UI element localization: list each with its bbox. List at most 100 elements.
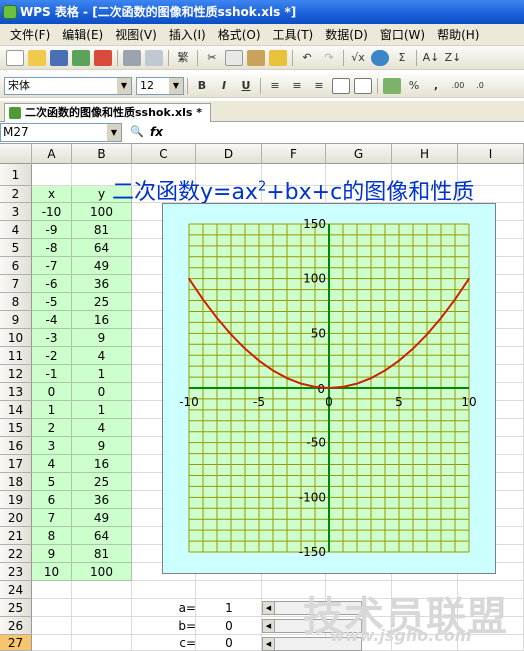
quadratic-chart[interactable]: -10 -5 0 5 10 150 100 50 -50 -100 -150 0 [162, 203, 496, 574]
row-header-26[interactable]: 26 [0, 617, 32, 635]
x-value-cell[interactable]: -5 [32, 293, 72, 311]
mail-icon[interactable] [72, 49, 90, 66]
x-value-cell[interactable]: 8 [32, 527, 72, 545]
row-header-16[interactable]: 16 [0, 437, 32, 455]
row-header-11[interactable]: 11 [0, 347, 32, 365]
x-value-cell[interactable]: 10 [32, 563, 72, 581]
name-box[interactable]: M27 ▼ [0, 123, 122, 142]
row-header-18[interactable]: 18 [0, 473, 32, 491]
traditional-chinese-icon[interactable]: 繁 [174, 50, 192, 66]
y-value-cell[interactable]: 4 [72, 419, 132, 437]
copy-icon[interactable] [225, 49, 243, 66]
x-value-cell[interactable]: 4 [32, 455, 72, 473]
x-value-cell[interactable]: 9 [32, 545, 72, 563]
menu-item-file[interactable]: 文件(F) [4, 24, 56, 46]
menu-item-data[interactable]: 数据(D) [319, 24, 374, 46]
x-value-cell[interactable]: 2 [32, 419, 72, 437]
x-value-cell[interactable]: 6 [32, 491, 72, 509]
y-value-cell[interactable]: 49 [72, 509, 132, 527]
row-header-25[interactable]: 25 [0, 599, 32, 617]
column-header-c[interactable]: C [132, 144, 196, 164]
row-header-1[interactable]: 1 [0, 164, 32, 186]
sort-ascending-icon[interactable]: A↓ [422, 50, 440, 66]
row-header-12[interactable]: 12 [0, 365, 32, 383]
font-name-select[interactable]: 宋体 ▼ [4, 76, 132, 95]
y-value-cell[interactable]: 100 [72, 203, 132, 221]
x-value-cell[interactable]: 1 [32, 401, 72, 419]
print-preview-icon[interactable] [145, 49, 163, 66]
param-value[interactable]: 0 [196, 635, 262, 651]
autosum-icon[interactable]: Σ [393, 50, 411, 66]
x-value-cell[interactable]: -1 [32, 365, 72, 383]
row-header-24[interactable]: 24 [0, 581, 32, 599]
y-value-cell[interactable]: 25 [72, 473, 132, 491]
y-value-cell[interactable]: 100 [72, 563, 132, 581]
underline-icon[interactable]: U [237, 78, 255, 94]
y-value-cell[interactable]: 16 [72, 455, 132, 473]
menu-item-format[interactable]: 格式(O) [212, 24, 267, 46]
column-header-a[interactable]: A [32, 144, 72, 164]
merge-center-icon[interactable] [332, 77, 350, 94]
print-icon[interactable] [123, 49, 141, 66]
y-value-cell[interactable]: 36 [72, 275, 132, 293]
x-value-cell[interactable]: 3 [32, 437, 72, 455]
x-value-cell[interactable]: 0 [32, 383, 72, 401]
y-value-cell[interactable]: 81 [72, 221, 132, 239]
x-value-cell[interactable]: -2 [32, 347, 72, 365]
param-value[interactable]: 1 [196, 599, 262, 617]
column-header-h[interactable]: H [392, 144, 458, 164]
x-value-cell[interactable]: -4 [32, 311, 72, 329]
function-icon[interactable]: √x [349, 50, 367, 66]
percent-icon[interactable]: % [405, 78, 423, 94]
y-value-cell[interactable]: 16 [72, 311, 132, 329]
row-header-14[interactable]: 14 [0, 401, 32, 419]
y-value-cell[interactable]: 0 [72, 383, 132, 401]
row-header-27[interactable]: 27 [0, 635, 32, 651]
increase-decimal-icon[interactable]: .00 [449, 78, 467, 94]
row-header-20[interactable]: 20 [0, 509, 32, 527]
font-size-select[interactable]: 12 ▼ [136, 76, 184, 95]
pdf-export-icon[interactable] [94, 49, 112, 66]
y-value-cell[interactable]: 9 [72, 329, 132, 347]
row-header-23[interactable]: 23 [0, 563, 32, 581]
menu-item-insert[interactable]: 插入(I) [163, 24, 212, 46]
y-value-cell[interactable]: 9 [72, 437, 132, 455]
decrease-decimal-icon[interactable]: .0 [471, 78, 489, 94]
align-left-icon[interactable]: ≡ [266, 78, 284, 94]
align-right-icon[interactable]: ≡ [310, 78, 328, 94]
x-value-cell[interactable]: -3 [32, 329, 72, 347]
y-value-cell[interactable]: 49 [72, 257, 132, 275]
cut-icon[interactable]: ✂ [203, 50, 221, 66]
column-header-d[interactable]: D [196, 144, 262, 164]
column-header-b[interactable]: B [72, 144, 132, 164]
document-tab[interactable]: 二次函数的图像和性质sshok.xls * [4, 103, 211, 122]
scroll-left-arrow-icon[interactable]: ◀ [263, 620, 275, 632]
row-header-5[interactable]: 5 [0, 239, 32, 257]
row-header-9[interactable]: 9 [0, 311, 32, 329]
row-header-15[interactable]: 15 [0, 419, 32, 437]
save-icon[interactable] [50, 49, 68, 66]
hyperlink-icon[interactable] [371, 49, 389, 66]
row-header-21[interactable]: 21 [0, 527, 32, 545]
menu-item-edit[interactable]: 编辑(E) [56, 24, 109, 46]
bold-icon[interactable]: B [193, 78, 211, 94]
merge-options-icon[interactable] [354, 77, 372, 94]
scroll-left-arrow-icon[interactable]: ◀ [263, 638, 275, 650]
sort-descending-icon[interactable]: Z↓ [444, 50, 462, 66]
x-value-cell[interactable]: -9 [32, 221, 72, 239]
row-header-13[interactable]: 13 [0, 383, 32, 401]
currency-icon[interactable] [383, 77, 401, 94]
y-value-cell[interactable]: 81 [72, 545, 132, 563]
y-value-cell[interactable]: 36 [72, 491, 132, 509]
menu-item-tools[interactable]: 工具(T) [267, 24, 320, 46]
paste-icon[interactable] [247, 49, 265, 66]
y-value-cell[interactable]: 1 [72, 401, 132, 419]
row-header-8[interactable]: 8 [0, 293, 32, 311]
column-header-f[interactable]: F [262, 144, 326, 164]
y-value-cell[interactable]: 4 [72, 347, 132, 365]
y-value-cell[interactable]: 1 [72, 365, 132, 383]
format-painter-icon[interactable] [269, 49, 287, 66]
comma-style-icon[interactable]: , [427, 78, 445, 94]
row-header-22[interactable]: 22 [0, 545, 32, 563]
fx-button[interactable]: fx [150, 125, 163, 139]
